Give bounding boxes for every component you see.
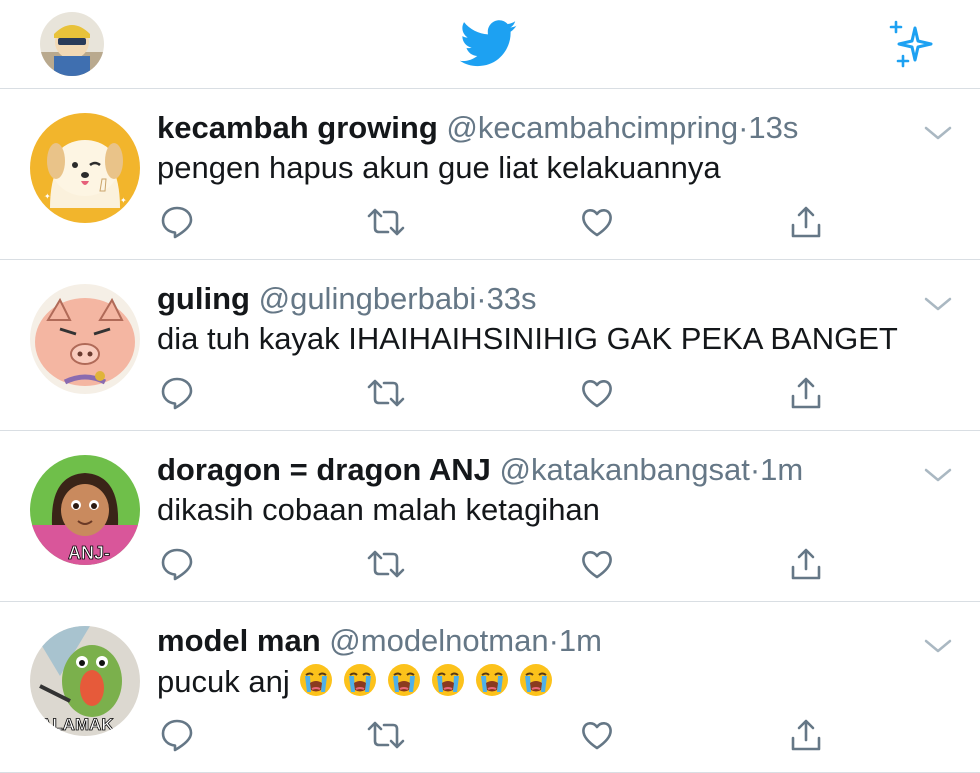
timestamp[interactable]: 33s — [487, 281, 537, 316]
like-heart-icon[interactable] — [580, 205, 614, 239]
chevron-down-icon[interactable] — [922, 294, 954, 314]
avatar[interactable]: ALAMAK — [30, 626, 140, 736]
loudly-crying-face-emoji — [475, 664, 508, 696]
tweet-text: pucuk anj — [157, 662, 554, 701]
retweet-icon[interactable] — [366, 718, 406, 752]
chevron-down-icon[interactable] — [922, 636, 954, 656]
timestamp[interactable]: 13s — [748, 110, 798, 145]
timestamp[interactable]: 1m — [760, 452, 803, 487]
share-icon[interactable] — [789, 547, 823, 581]
tweet-header: model man @modelnotman·1m — [157, 622, 602, 660]
loudly-crying-face-emoji — [431, 664, 464, 696]
display-name[interactable]: guling — [157, 281, 250, 316]
sparkle-icon[interactable] — [886, 20, 936, 68]
avatar[interactable]: ANJ- — [30, 455, 140, 565]
tweet-text: pengen hapus akun gue liat kelakuannya — [157, 150, 721, 185]
like-heart-icon[interactable] — [580, 376, 614, 410]
display-name[interactable]: kecambah growing — [157, 110, 438, 145]
profile-avatar[interactable] — [40, 12, 104, 76]
share-icon[interactable] — [789, 205, 823, 239]
retweet-icon[interactable] — [366, 376, 406, 410]
avatar[interactable] — [30, 284, 140, 394]
top-navigation-bar — [0, 0, 980, 89]
tweet-item[interactable]: ANJ- doragon = dragon ANJ @katakanbangsa… — [0, 431, 980, 602]
separator-dot: · — [738, 110, 749, 145]
loudly-crying-face-emoji — [387, 664, 420, 696]
retweet-icon[interactable] — [366, 547, 406, 581]
tweet-header: kecambah growing @kecambahcimpring·13s — [157, 109, 798, 147]
chevron-down-icon[interactable] — [922, 465, 954, 485]
like-heart-icon[interactable] — [580, 718, 614, 752]
timestamp[interactable]: 1m — [559, 623, 602, 658]
username[interactable]: @katakanbangsat — [499, 452, 749, 487]
tweet-item[interactable]: ✦ ✦ kecambah growing @kecambahcimpring·13… — [0, 89, 980, 260]
reply-icon[interactable] — [160, 547, 194, 581]
reply-icon[interactable] — [160, 205, 194, 239]
twitter-bird-icon[interactable] — [460, 20, 518, 68]
share-icon[interactable] — [789, 718, 823, 752]
display-name[interactable]: model man — [157, 623, 321, 658]
display-name[interactable]: doragon = dragon ANJ — [157, 452, 491, 487]
tweet-text: dikasih cobaan malah ketagihan — [157, 492, 600, 527]
tweet-header: doragon = dragon ANJ @katakanbangsat·1m — [157, 451, 803, 489]
username[interactable]: @modelnotman — [329, 623, 548, 658]
reply-icon[interactable] — [160, 376, 194, 410]
separator-dot: · — [749, 452, 761, 487]
avatar-caption: ANJ- — [68, 543, 110, 563]
avatar-caption: ALAMAK — [40, 715, 114, 734]
separator-dot: · — [476, 281, 487, 316]
tweet-text-content: pucuk anj — [157, 664, 290, 699]
avatar[interactable]: ✦ ✦ — [30, 113, 140, 223]
like-heart-icon[interactable] — [580, 547, 614, 581]
svg-text:✦: ✦ — [44, 192, 51, 201]
loudly-crying-face-emoji — [519, 664, 552, 696]
separator-dot: · — [548, 623, 559, 658]
reply-icon[interactable] — [160, 718, 194, 752]
tweet-text: dia tuh kayak IHAIHAIHSINIHIG GAK PEKA B… — [157, 321, 898, 356]
tweet-item[interactable]: ALAMAK model man @modelnotman·1m pucuk a… — [0, 602, 980, 773]
loudly-crying-face-emoji — [343, 664, 376, 696]
username[interactable]: @kecambahcimpring — [446, 110, 738, 145]
emoji-row — [290, 664, 554, 699]
retweet-icon[interactable] — [366, 205, 406, 239]
tweet-item[interactable]: guling @gulingberbabi·33s dia tuh kayak … — [0, 260, 980, 431]
share-icon[interactable] — [789, 376, 823, 410]
loudly-crying-face-emoji — [299, 664, 332, 696]
svg-text:✦: ✦ — [120, 196, 127, 205]
username[interactable]: @gulingberbabi — [259, 281, 477, 316]
tweet-header: guling @gulingberbabi·33s — [157, 280, 537, 318]
chevron-down-icon[interactable] — [922, 123, 954, 143]
